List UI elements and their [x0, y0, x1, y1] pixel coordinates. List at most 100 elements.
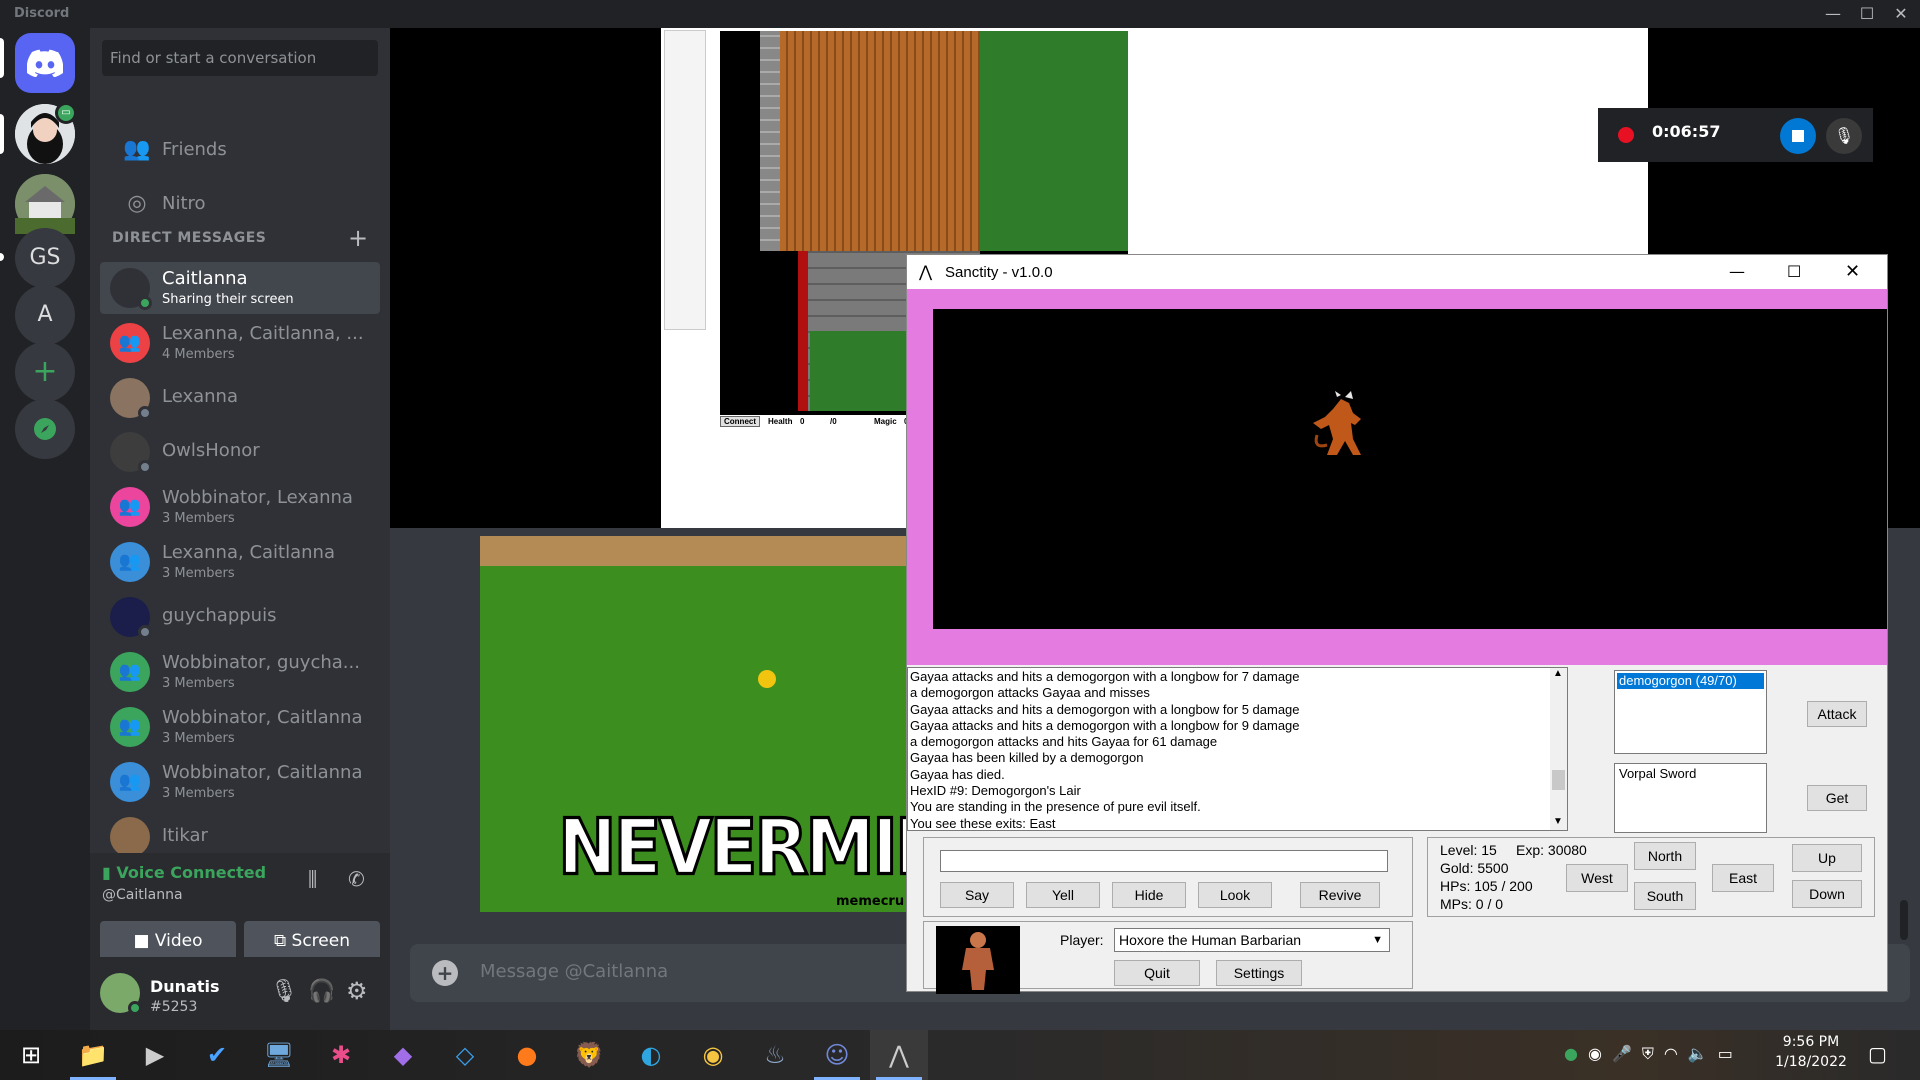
title-bar: Discord — ☐ ✕ — [0, 0, 1920, 28]
dm-item[interactable]: 👥 Wobbinator, Lexanna 3 Members — [100, 481, 380, 533]
screen-share-button[interactable]: ⧉ Screen — [244, 921, 380, 961]
windows-start-icon[interactable]: ⊞ — [2, 1030, 60, 1080]
video-label: Video — [154, 931, 203, 951]
create-dm-button[interactable]: + — [348, 224, 368, 252]
brave-icon[interactable]: 🦁 — [560, 1030, 618, 1080]
dm-item[interactable]: Lexanna — [100, 372, 380, 424]
hide-button[interactable]: Hide — [1112, 882, 1186, 908]
south-button[interactable]: South — [1634, 882, 1696, 910]
east-button[interactable]: East — [1712, 864, 1774, 892]
monster-item-selected[interactable]: demogorgon (49/70) — [1617, 673, 1764, 689]
revive-button[interactable]: Revive — [1300, 882, 1380, 908]
record-mic-icon[interactable]: 🎙 — [1826, 118, 1862, 154]
player-select[interactable]: Hoxore the Human Barbarian ▼ — [1114, 928, 1390, 952]
sanctity-icon[interactable]: ⋀ — [870, 1030, 928, 1080]
sanctity-close-button[interactable]: ✕ — [1845, 255, 1860, 289]
terminal-icon[interactable]: ▶ — [126, 1030, 184, 1080]
dm-item[interactable]: 👥 Wobbinator, Caitlanna 3 Members — [100, 701, 380, 753]
headphones-icon[interactable]: 🎧 — [308, 979, 335, 1004]
log-scrollbar[interactable]: ▲ ▼ — [1550, 668, 1567, 830]
scroll-thumb[interactable] — [1552, 770, 1565, 790]
combat-log[interactable]: Gayaa attacks and hits a demogorgon with… — [907, 667, 1568, 831]
clock-time: 9:56 PM — [1782, 1034, 1840, 1050]
server-avatar[interactable]: ▭ — [15, 102, 77, 164]
status-icon — [138, 625, 152, 639]
file-explorer-icon[interactable]: 📁 — [64, 1030, 122, 1080]
server-gs[interactable]: GS — [15, 228, 75, 288]
dm-header: DIRECT MESSAGES — [112, 230, 267, 246]
get-button[interactable]: Get — [1807, 785, 1867, 811]
sanctity-minimize-button[interactable]: — — [1729, 255, 1745, 289]
selected-pill — [0, 38, 4, 78]
down-button[interactable]: Down — [1792, 880, 1862, 908]
scrollbar-thumb[interactable] — [1900, 900, 1908, 940]
notification-icon[interactable]: ▢ — [1868, 1042, 1887, 1066]
noise-suppression-icon[interactable]: ⫼ — [308, 867, 317, 891]
settings-gear-icon[interactable]: ⚙ — [346, 977, 368, 1005]
maximize-button[interactable]: ☐ — [1852, 2, 1882, 26]
explore-servers-button[interactable] — [15, 399, 75, 459]
say-button[interactable]: Say — [940, 882, 1014, 908]
nitro-icon: ◎ — [127, 191, 147, 216]
yell-button[interactable]: Yell — [1026, 882, 1100, 908]
scroll-down-icon[interactable]: ▼ — [1553, 816, 1563, 827]
clock[interactable]: 9:56 PM 1/18/2022 — [1766, 1034, 1856, 1070]
chat-input[interactable] — [940, 850, 1388, 872]
close-button[interactable]: ✕ — [1886, 2, 1916, 26]
remote-desktop-icon[interactable]: 🖥 — [250, 1030, 308, 1080]
online-status-icon — [128, 1001, 142, 1015]
vscode-icon[interactable]: ◇ — [436, 1030, 494, 1080]
video-button[interactable]: ■ Video — [100, 921, 236, 961]
todo-icon[interactable]: ✔ — [188, 1030, 246, 1080]
quit-button[interactable]: Quit — [1114, 960, 1200, 986]
dm-item[interactable]: guychappuis — [100, 591, 380, 643]
north-button[interactable]: North — [1634, 842, 1696, 870]
item-list[interactable]: Vorpal Sword — [1614, 763, 1767, 833]
voice-channel: @Caitlanna — [102, 887, 183, 903]
upload-plus-icon[interactable]: + — [432, 960, 458, 986]
meme-video-tile[interactable]: NEVERMIND memecru — [480, 536, 910, 912]
attack-button[interactable]: Attack — [1807, 701, 1867, 727]
slack-icon[interactable]: ✱ — [312, 1030, 370, 1080]
disconnect-call-icon[interactable]: ✆ — [348, 867, 365, 891]
server-a[interactable]: A — [15, 285, 75, 345]
dm-item[interactable]: 👥 Wobbinator, Caitlanna 3 Members — [100, 756, 380, 808]
steam-icon[interactable]: ♨ — [746, 1030, 804, 1080]
sanctity-app-icon: ⋀ — [919, 262, 933, 281]
dm-item[interactable]: 👥 Lexanna, Caitlanna 3 Members — [100, 536, 380, 588]
dm-item[interactable]: Caitlanna Sharing their screen — [100, 262, 380, 314]
log-line: a demogorgon attacks and hits Gayaa for … — [910, 734, 1218, 750]
microphone-icon[interactable]: 🎙 — [270, 979, 298, 1004]
edge-icon[interactable]: ◐ — [622, 1030, 680, 1080]
dm-item[interactable]: OwlsHonor — [100, 426, 380, 478]
monster-list[interactable]: demogorgon (49/70) — [1614, 670, 1767, 754]
battery-icon: ▭ — [1717, 1044, 1743, 1063]
stop-recording-button[interactable] — [1780, 118, 1816, 154]
system-tray[interactable]: ●◉🎤⛨◠🔈▭ — [1564, 1044, 1743, 1064]
add-server-icon[interactable]: + — [15, 342, 75, 402]
user-avatar[interactable] — [100, 973, 142, 1015]
sanctity-titlebar: ⋀ Sanctity - v1.0.0 — ☐ ✕ — [907, 255, 1887, 289]
dm-item[interactable]: 👥 Lexanna, Caitlanna, ... 4 Members — [100, 317, 380, 369]
home-button[interactable] — [15, 33, 75, 93]
server-house[interactable] — [15, 174, 75, 234]
dm-item[interactable]: 👥 Wobbinator, guycha... 3 Members — [100, 646, 380, 698]
minimize-button[interactable]: — — [1818, 2, 1848, 26]
visual-studio-icon[interactable]: ◆ — [374, 1030, 432, 1080]
item-entry[interactable]: Vorpal Sword — [1619, 766, 1696, 781]
log-line: Gayaa attacks and hits a demogorgon with… — [910, 701, 1300, 717]
west-button[interactable]: West — [1566, 864, 1628, 892]
nav-nitro[interactable]: ◎ Nitro — [100, 182, 380, 226]
sanctity-maximize-button[interactable]: ☐ — [1787, 255, 1801, 289]
settings-button[interactable]: Settings — [1216, 960, 1302, 986]
up-button[interactable]: Up — [1792, 844, 1862, 872]
firefox-icon[interactable]: ● — [498, 1030, 556, 1080]
nav-friends[interactable]: 👥 Friends — [100, 128, 380, 172]
look-button[interactable]: Look — [1198, 882, 1272, 908]
message-input[interactable]: Message @Caitlanna — [480, 961, 668, 982]
search-input[interactable]: Find or start a conversation — [102, 40, 378, 76]
demogorgon-sprite — [1313, 391, 1361, 455]
scroll-up-icon[interactable]: ▲ — [1553, 668, 1563, 679]
discord-icon[interactable]: ☺ — [808, 1030, 866, 1080]
chrome-icon[interactable]: ◉ — [684, 1030, 742, 1080]
